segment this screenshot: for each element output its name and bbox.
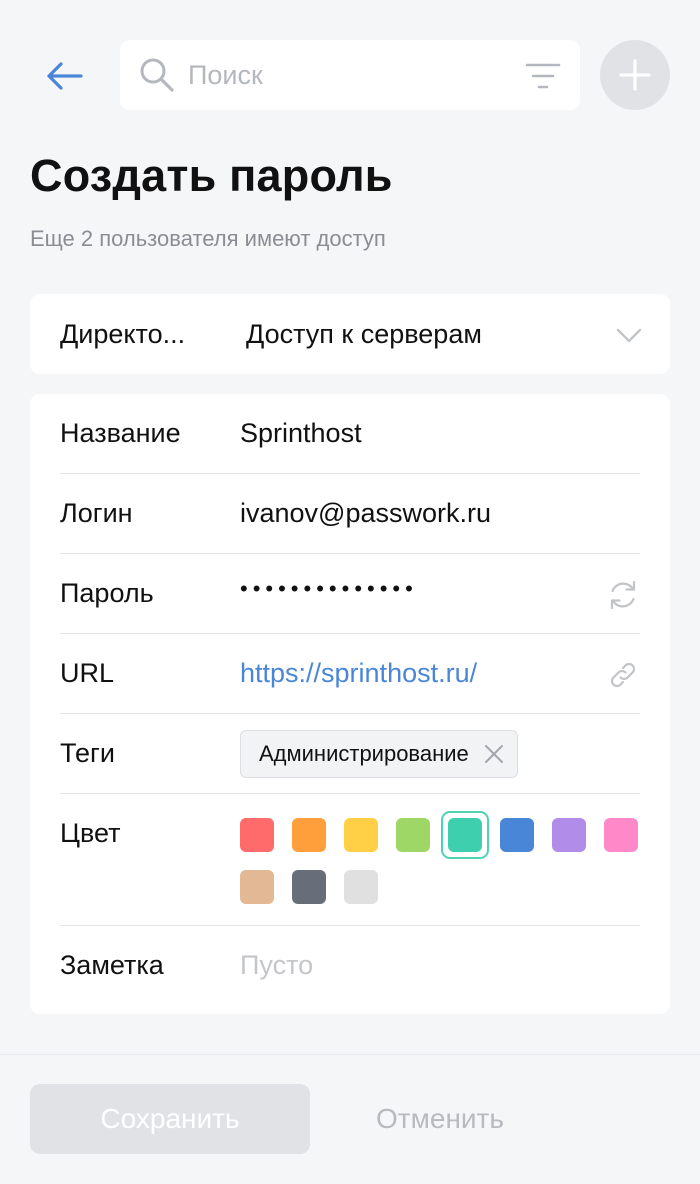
password-value[interactable]: •••••••••••••• — [240, 576, 418, 602]
back-button[interactable] — [40, 52, 88, 100]
color-swatch[interactable] — [344, 818, 378, 852]
search-input[interactable] — [188, 40, 508, 110]
color-swatch[interactable] — [240, 870, 274, 904]
page-title: Создать пароль — [30, 150, 393, 201]
create-password-screen: Создать пароль Еще 2 пользователя имеют … — [0, 0, 700, 1184]
color-swatch[interactable] — [292, 818, 326, 852]
field-password[interactable]: Пароль •••••••••••••• — [60, 554, 640, 634]
color-swatch[interactable] — [292, 870, 326, 904]
field-color: Цвет — [60, 794, 640, 926]
access-info: Еще 2 пользователя имеют доступ — [30, 226, 386, 251]
cancel-button[interactable]: Отменить — [330, 1084, 550, 1154]
filter-icon[interactable] — [524, 60, 562, 92]
url-label: URL — [60, 658, 115, 688]
login-label: Логин — [60, 498, 133, 528]
field-name[interactable]: Название Sprinthost — [60, 394, 640, 474]
footer-divider — [0, 1054, 700, 1055]
field-login[interactable]: Логин ivanov@passwork.ru — [60, 474, 640, 554]
tags-label: Теги — [60, 738, 115, 768]
add-button[interactable] — [600, 40, 670, 110]
color-swatch[interactable] — [448, 818, 482, 852]
name-label: Название — [60, 418, 181, 448]
refresh-icon[interactable] — [606, 578, 640, 612]
arrow-left-icon — [47, 62, 83, 90]
search-bar — [120, 40, 580, 110]
tag-chip[interactable]: Администрирование — [240, 730, 518, 778]
close-icon[interactable] — [483, 743, 505, 765]
name-value[interactable]: Sprinthost — [240, 418, 362, 449]
color-swatch[interactable] — [500, 818, 534, 852]
url-link[interactable]: https://sprinthost.ru/ — [240, 658, 477, 689]
link-icon[interactable] — [606, 658, 640, 692]
color-swatch[interactable] — [240, 818, 274, 852]
color-swatch[interactable] — [344, 870, 378, 904]
login-value[interactable]: ivanov@passwork.ru — [240, 498, 491, 529]
directory-label: Директо... — [60, 319, 186, 349]
tag-label: Администрирование — [259, 741, 469, 766]
chevron-down-icon — [616, 328, 642, 343]
color-swatch[interactable] — [604, 818, 638, 852]
field-tags: Теги Администрирование — [60, 714, 640, 794]
search-icon — [140, 58, 174, 92]
field-url[interactable]: URL https://sprinthost.ru/ — [60, 634, 640, 714]
directory-select[interactable]: Директо... Доступ к серверам — [30, 294, 670, 374]
color-swatch[interactable] — [396, 818, 430, 852]
password-form: Название Sprinthost Логин ivanov@passwor… — [30, 394, 670, 1014]
directory-value: Доступ к серверам — [246, 319, 482, 349]
color-swatch[interactable] — [552, 818, 586, 852]
note-placeholder[interactable]: Пусто — [240, 950, 313, 981]
password-label: Пароль — [60, 578, 154, 608]
save-button[interactable]: Сохранить — [30, 1084, 310, 1154]
field-note[interactable]: Заметка Пусто — [60, 926, 640, 1014]
color-label: Цвет — [60, 818, 121, 848]
plus-icon — [619, 59, 651, 91]
note-label: Заметка — [60, 950, 164, 980]
